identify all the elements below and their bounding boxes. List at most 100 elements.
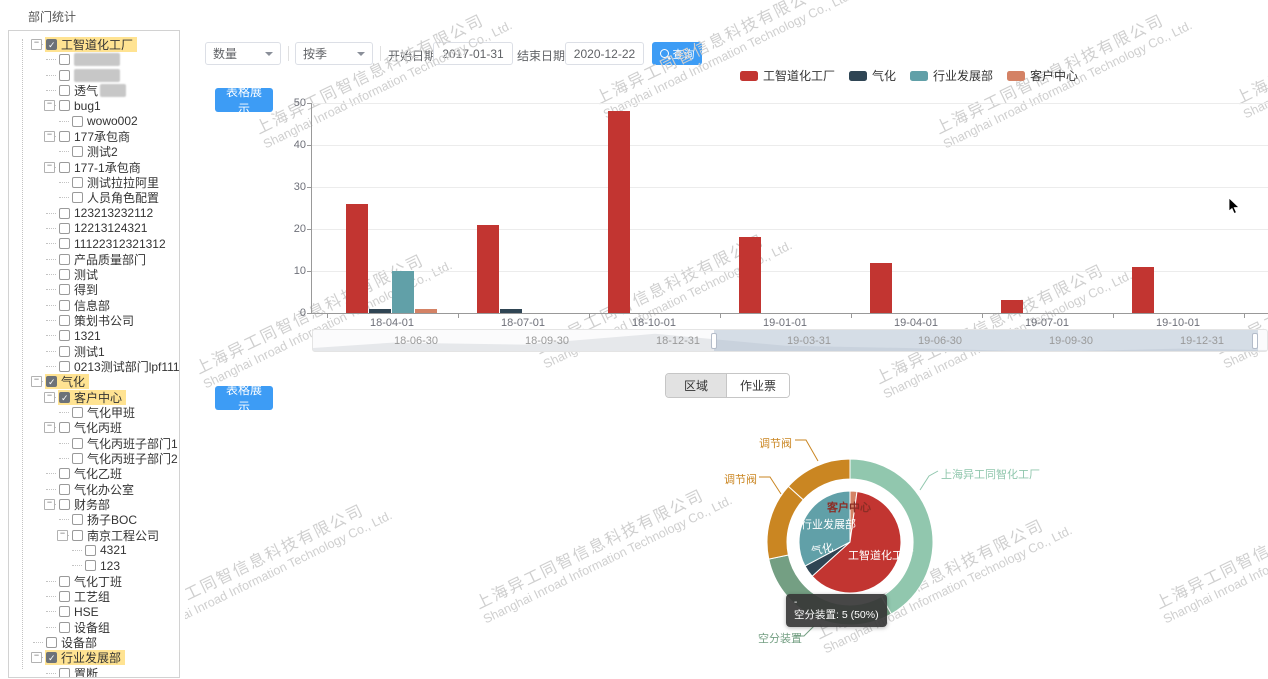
tree-item[interactable]: 1321 xyxy=(9,328,179,343)
tree-item[interactable]: HSE xyxy=(9,604,179,619)
search-button[interactable]: 查询 xyxy=(652,42,702,65)
collapse-icon[interactable] xyxy=(44,422,55,433)
tree-checkbox[interactable] xyxy=(59,85,70,96)
tree-checkbox[interactable] xyxy=(59,422,70,433)
datazoom-handle-right[interactable] xyxy=(1252,333,1258,349)
tree-checkbox[interactable] xyxy=(72,192,83,203)
tree-item[interactable] xyxy=(9,68,179,83)
collapse-icon[interactable] xyxy=(44,392,55,403)
tree-checkbox[interactable] xyxy=(59,208,70,219)
tree-item[interactable]: 气化丙班子部门1 xyxy=(9,436,179,451)
tree-checkbox[interactable] xyxy=(59,269,70,280)
legend-item[interactable]: 气化 xyxy=(849,67,896,84)
tree-checkbox[interactable] xyxy=(59,70,70,81)
tree-checkbox[interactable] xyxy=(59,484,70,495)
tree-item[interactable]: 测试2 xyxy=(9,144,179,159)
tree-item[interactable]: 透气 xyxy=(9,83,179,98)
tree-checkbox[interactable] xyxy=(59,468,70,479)
collapse-icon[interactable] xyxy=(44,499,55,510)
tree-item[interactable]: 南京工程公司 xyxy=(9,528,179,543)
tree-item[interactable]: 177-1承包商 xyxy=(9,160,179,175)
tree-checkbox[interactable] xyxy=(59,315,70,326)
tree-checkbox[interactable] xyxy=(46,652,57,663)
collapse-icon[interactable] xyxy=(57,530,68,541)
tree-checkbox[interactable] xyxy=(72,116,83,127)
tree-checkbox[interactable] xyxy=(59,54,70,65)
collapse-icon[interactable] xyxy=(31,376,42,387)
tree-checkbox[interactable] xyxy=(59,576,70,587)
tree-item[interactable]: 策划书公司 xyxy=(9,313,179,328)
tree-checkbox[interactable] xyxy=(72,146,83,157)
tree-item[interactable]: 设备组 xyxy=(9,620,179,635)
tree-item[interactable]: 11122312321312 xyxy=(9,236,179,251)
collapse-icon[interactable] xyxy=(44,100,55,111)
tree-item[interactable]: 4321 xyxy=(9,543,179,558)
tree-item[interactable]: 行业发展部 xyxy=(9,650,179,665)
tree-item[interactable]: 气化甲班 xyxy=(9,405,179,420)
tree-item[interactable]: 气化办公室 xyxy=(9,482,179,497)
collapse-icon[interactable] xyxy=(31,652,42,663)
datazoom-slider[interactable]: 18-06-3018-09-3018-12-3119-03-3119-06-30… xyxy=(312,329,1268,352)
tree-item[interactable]: 0213测试部门lpf111 xyxy=(9,359,179,374)
end-date-input[interactable] xyxy=(565,42,644,65)
tree-checkbox[interactable] xyxy=(59,361,70,372)
tree-item[interactable]: 123213232112 xyxy=(9,206,179,221)
metric-select[interactable]: 数量 xyxy=(205,42,281,65)
tree-checkbox[interactable] xyxy=(72,453,83,464)
tree-checkbox[interactable] xyxy=(72,407,83,418)
tree-checkbox[interactable] xyxy=(46,376,57,387)
tree-checkbox[interactable] xyxy=(59,100,70,111)
tree-checkbox[interactable] xyxy=(72,177,83,188)
tree-item[interactable]: 177承包商 xyxy=(9,129,179,144)
tree-item[interactable]: 置断 xyxy=(9,666,179,678)
tree-checkbox[interactable] xyxy=(59,392,70,403)
tree-item[interactable]: 123 xyxy=(9,558,179,573)
tree-checkbox[interactable] xyxy=(59,284,70,295)
tree-checkbox[interactable] xyxy=(59,606,70,617)
tree-checkbox[interactable] xyxy=(59,238,70,249)
table-show-button-top[interactable]: 表格展示 xyxy=(215,88,273,112)
tree-checkbox[interactable] xyxy=(72,438,83,449)
tree-checkbox[interactable] xyxy=(59,622,70,633)
tree-checkbox[interactable] xyxy=(46,637,57,648)
tree-item[interactable]: 信息部 xyxy=(9,298,179,313)
tree-item[interactable]: 得到 xyxy=(9,282,179,297)
period-select[interactable]: 按季 xyxy=(295,42,373,65)
tree-item[interactable]: 工艺组 xyxy=(9,589,179,604)
tree-item[interactable]: 测试 xyxy=(9,267,179,282)
tree-item[interactable]: 气化乙班 xyxy=(9,466,179,481)
tree-checkbox[interactable] xyxy=(59,346,70,357)
table-show-button-bottom[interactable]: 表格展示 xyxy=(215,386,273,410)
tree-checkbox[interactable] xyxy=(72,530,83,541)
tree-checkbox[interactable] xyxy=(59,131,70,142)
tree-checkbox[interactable] xyxy=(59,668,70,678)
tree-checkbox[interactable] xyxy=(85,560,96,571)
tree-item[interactable]: wowo002 xyxy=(9,114,179,129)
tree-item[interactable]: 客户中心 xyxy=(9,390,179,405)
tree-item[interactable]: 产品质量部门 xyxy=(9,252,179,267)
tree-checkbox[interactable] xyxy=(85,545,96,556)
tree-item[interactable] xyxy=(9,52,179,67)
toggle-option-ticket[interactable]: 作业票 xyxy=(727,374,789,397)
tree-checkbox[interactable] xyxy=(59,499,70,510)
tree-checkbox[interactable] xyxy=(59,223,70,234)
tree-checkbox[interactable] xyxy=(46,39,57,50)
tree-item[interactable]: 气化 xyxy=(9,374,179,389)
tree-checkbox[interactable] xyxy=(59,591,70,602)
tree-item[interactable]: 气化丙班 xyxy=(9,420,179,435)
tree-item[interactable]: bug1 xyxy=(9,98,179,113)
legend-item[interactable]: 工智道化工厂 xyxy=(740,67,835,84)
collapse-icon[interactable] xyxy=(44,131,55,142)
tree-item[interactable]: 测试拉拉阿里 xyxy=(9,175,179,190)
toggle-option-area[interactable]: 区域 xyxy=(666,374,727,397)
tree-checkbox[interactable] xyxy=(59,162,70,173)
collapse-icon[interactable] xyxy=(31,39,42,50)
tree-checkbox[interactable] xyxy=(59,300,70,311)
tree-checkbox[interactable] xyxy=(59,330,70,341)
legend-item[interactable]: 客户中心 xyxy=(1007,67,1078,84)
collapse-icon[interactable] xyxy=(44,162,55,173)
tree-item[interactable]: 气化丁班 xyxy=(9,574,179,589)
tree-item[interactable]: 工智道化工厂 xyxy=(9,37,179,52)
tree-item[interactable]: 财务部 xyxy=(9,497,179,512)
tree-item[interactable]: 测试1 xyxy=(9,344,179,359)
